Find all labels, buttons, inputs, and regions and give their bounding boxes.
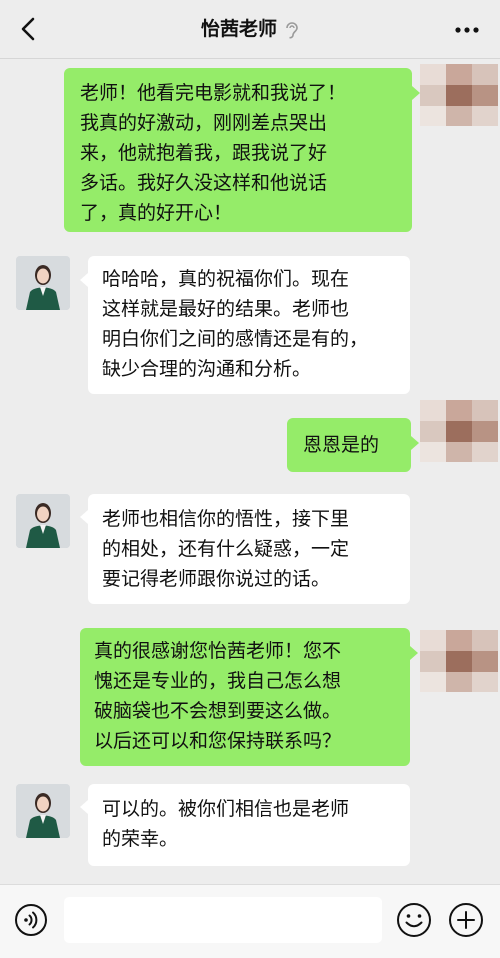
message-bubble-sent[interactable]: 恩恩是的 [287,418,411,472]
user-avatar[interactable] [420,400,500,462]
message-text: 哈哈哈，真的祝福你们。现在 这样就是最好的结果。老师也 明白你们之间的感情还是有… [102,268,369,380]
teacher-avatar[interactable] [16,256,70,310]
chat-title-wrap: 怡茜老师 [0,14,500,41]
teacher-portrait-icon [16,494,70,548]
message-text: 真的很感谢您怡茜老师！您不 愧还是专业的，我自己怎么想 破脑袋也不会想到要这么做… [94,640,342,752]
message-bubble-sent[interactable]: 真的很感谢您怡茜老师！您不 愧还是专业的，我自己怎么想 破脑袋也不会想到要这么做… [80,628,410,766]
bubble-tail [410,646,418,660]
plus-icon[interactable] [448,902,484,938]
bubble-tail [80,800,88,814]
teacher-portrait-icon [16,784,70,838]
bubble-tail [80,273,88,287]
user-avatar[interactable] [420,630,500,692]
bubble-tail [411,436,419,450]
chat-message-list[interactable]: 老师！他看完电影就和我说了！ 我真的好激动，刚刚差点哭出 来，他就抱着我，跟我说… [0,58,500,884]
message-input[interactable] [64,897,382,943]
user-avatar[interactable] [420,64,500,126]
ear-icon [286,21,298,38]
emoji-icon[interactable] [396,902,432,938]
teacher-avatar[interactable] [16,494,70,548]
message-bubble-received[interactable]: 老师也相信你的悟性，接下里 的相处，还有什么疑惑，一定 要记得老师跟你说过的话。 [88,494,410,604]
more-dots-icon[interactable] [454,26,480,34]
chat-header: 怡茜老师 [0,0,500,59]
message-text: 老师也相信你的悟性，接下里 的相处，还有什么疑惑，一定 要记得老师跟你说过的话。 [102,508,350,590]
message-text: 恩恩是的 [303,434,380,456]
bubble-tail [80,510,88,524]
input-bar [0,884,500,958]
voice-icon[interactable] [14,903,48,937]
message-bubble-sent[interactable]: 老师！他看完电影就和我说了！ 我真的好激动，刚刚差点哭出 来，他就抱着我，跟我说… [64,68,412,232]
bubble-tail [412,86,420,100]
chat-title: 怡茜老师 [200,18,277,40]
message-text: 老师！他看完电影就和我说了！ 我真的好激动，刚刚差点哭出 来，他就抱着我，跟我说… [80,82,347,224]
teacher-avatar[interactable] [16,784,70,838]
teacher-portrait-icon [16,256,70,310]
message-bubble-received[interactable]: 可以的。被你们相信也是老师 的荣幸。 [88,784,410,866]
message-text: 可以的。被你们相信也是老师 的荣幸。 [102,798,350,850]
message-bubble-received[interactable]: 哈哈哈，真的祝福你们。现在 这样就是最好的结果。老师也 明白你们之间的感情还是有… [88,256,410,394]
